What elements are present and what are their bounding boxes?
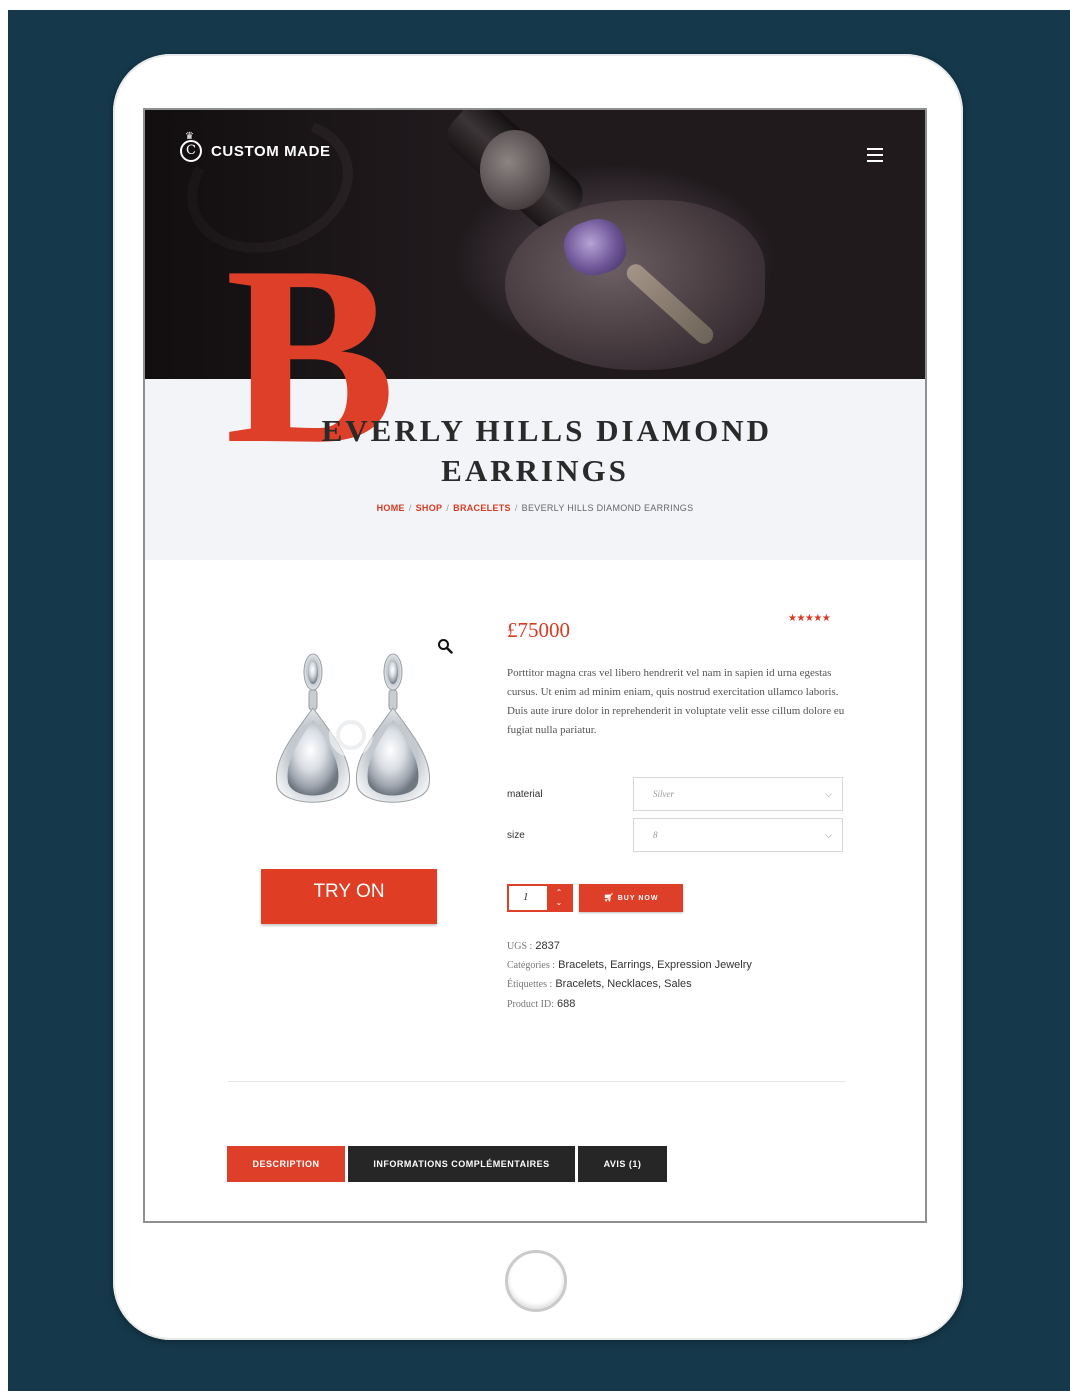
brand-logo[interactable]: ♛ C CUSTOM MADE — [180, 132, 331, 162]
breadcrumb-shop[interactable]: SHOP — [416, 503, 443, 513]
section-divider — [228, 1081, 845, 1082]
brand-name: CUSTOM MADE — [211, 142, 331, 160]
product-image[interactable] — [265, 650, 435, 825]
rating-stars[interactable]: ★★★★★ — [788, 613, 831, 624]
product-price: £75000 — [507, 618, 570, 642]
tab-reviews[interactable]: AVIS (1) — [578, 1146, 667, 1182]
page-title: BEVERLY HILLS DIAMOND EARRINGS — [145, 411, 925, 491]
material-label: material — [507, 789, 543, 800]
quantity-stepper[interactable]: 1 ⌃ ⌄ — [507, 884, 573, 912]
magnifier-icon[interactable] — [437, 638, 453, 654]
breadcrumb: HOME / SHOP / BRACELETS / BEVERLY HILLS DIAMON… — [376, 503, 694, 513]
crowned-c-logo-icon: ♛ C — [180, 132, 202, 162]
product-tags: Étiquettes : Bracelets, Necklaces, Sales — [507, 978, 692, 990]
breadcrumb-home[interactable]: HOME — [377, 503, 405, 513]
chevron-down-icon: ⌵ — [825, 789, 832, 799]
tablet-screen: ♛ C CUSTOM MADE B BEVERLY HILLS DIAMOND … — [143, 108, 927, 1223]
product-sku: UGS : 2837 — [507, 940, 560, 952]
buy-now-button[interactable]: 🛒︎ BUY NOW — [579, 884, 683, 912]
breadcrumb-current: BEVERLY HILLS DIAMOND EARRINGS — [521, 503, 694, 513]
up-down-stepper-icon[interactable]: ⌃ ⌄ — [547, 886, 571, 910]
quantity-value[interactable]: 1 — [523, 891, 529, 903]
product-id: Product ID: 688 — [507, 998, 576, 1010]
breadcrumb-bracelets[interactable]: BRACELETS — [453, 503, 511, 513]
crown-icon: ♛ — [185, 131, 194, 142]
tab-additional-information[interactable]: INFORMATIONS COMPLÉMENTAIRES — [348, 1146, 575, 1182]
page-title-line2: EARRINGS — [441, 453, 629, 488]
cart-icon: 🛒︎ — [603, 893, 615, 902]
product-categories: Catégories : Bracelets, Earrings, Expres… — [507, 959, 752, 971]
hamburger-menu-icon[interactable] — [867, 148, 883, 162]
try-on-button[interactable]: TRY ON — [261, 869, 437, 924]
size-label: size — [507, 830, 525, 841]
chevron-down-icon: ⌵ — [825, 830, 832, 840]
material-select[interactable]: Silver ⌵ — [633, 777, 843, 811]
tablet-home-button — [505, 1250, 567, 1312]
page-title-line1: EVERLY HILLS DIAMOND — [321, 413, 773, 448]
product-description: Porttitor magna cras vel libero hendreri… — [507, 667, 845, 736]
tab-description[interactable]: DESCRIPTION — [227, 1146, 345, 1182]
size-select[interactable]: 8 ⌵ — [633, 818, 843, 852]
